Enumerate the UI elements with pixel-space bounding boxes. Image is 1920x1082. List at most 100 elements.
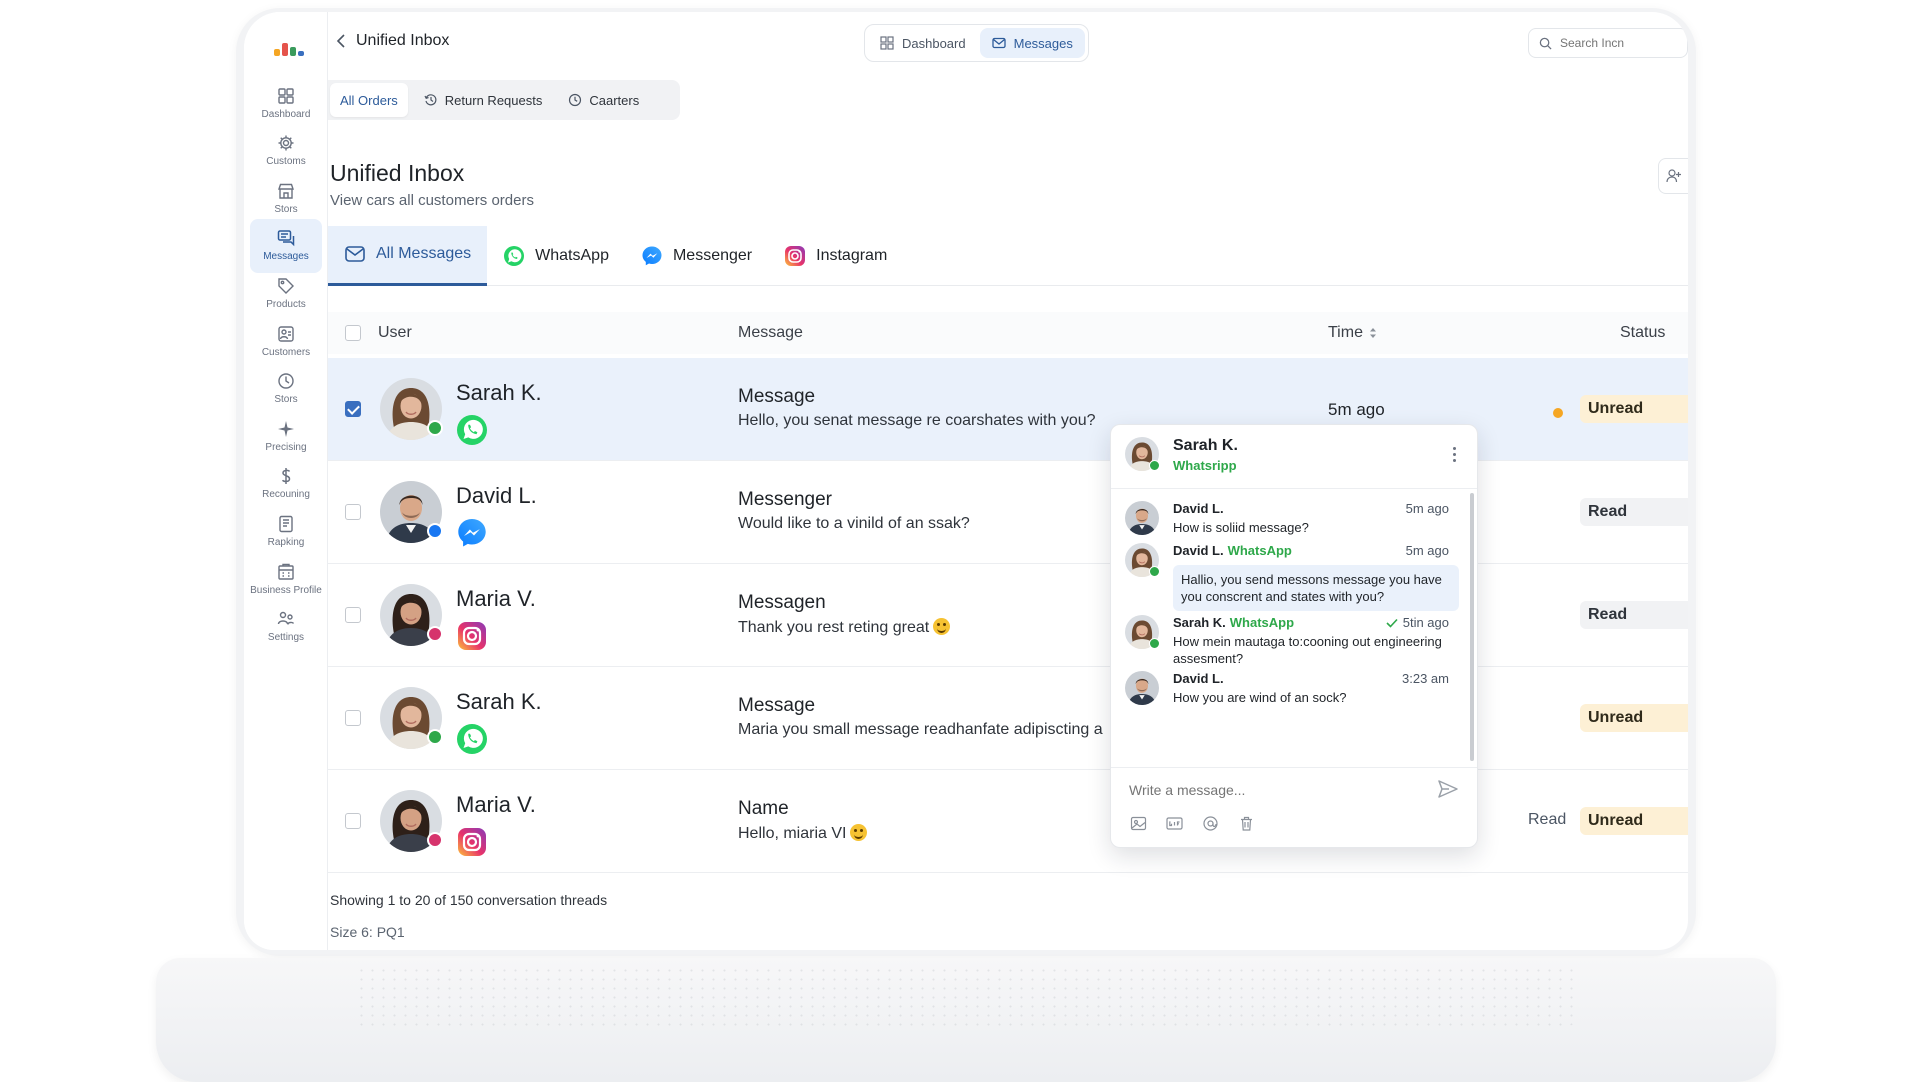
chat-message-time: 5m ago [1406,501,1449,516]
sidebar-item-customers[interactable]: Customers [250,314,322,368]
store-icon [278,183,294,199]
chat-thread[interactable]: David L. 5m ago How is soliid message? Davi… [1111,489,1471,767]
chat-message-text: How is soliid message? [1173,520,1309,535]
chat-message-avatar [1125,615,1160,649]
presence-indicator [1149,460,1160,471]
sidebar-item-business-profile[interactable]: Business Profile [250,552,322,606]
toggle-dashboard[interactable]: Dashboard [868,28,978,58]
tab-return-requests[interactable]: Return Requests [414,83,553,117]
tag-icon [278,278,294,294]
laptop-base [156,958,1776,1082]
more-options-icon[interactable] [1453,447,1457,465]
pagination-summary: Showing 1 to 20 of 150 conversation thre… [330,892,608,908]
grid-icon [880,36,894,50]
presence-indicator [427,729,443,745]
clock-icon [278,373,294,389]
user-name: Sarah K. [456,380,542,405]
chat-message-avatar [1125,543,1160,577]
toggle-messages-label: Messages [1013,35,1073,51]
table-row[interactable]: Maria V. Messagen Thank you rest reting gr… [328,564,1688,667]
presence-indicator [427,523,443,539]
check-icon [1386,618,1398,628]
sidebar-item-products[interactable]: Products [250,266,322,320]
tab-instagram[interactable]: Instagram [768,227,903,285]
page-title: Unified Inbox [330,160,465,186]
tab-messenger[interactable]: Messenger [625,227,768,285]
row-checkbox[interactable] [345,401,361,417]
status-badge: Read [1580,498,1688,526]
search-input[interactable] [1560,36,1670,50]
sidebar-item-rapking[interactable]: Rapking [250,504,322,558]
sidebar-item-stors[interactable]: Stors [250,171,322,225]
tab-caarters[interactable]: Caarters [558,83,649,117]
smile-emoji-icon [850,824,868,841]
page-subtitle: View cars all customers orders [330,192,534,209]
sidebar-item-messages[interactable]: Messages [250,218,322,273]
sidebar-item-label: Rapking [267,536,305,548]
sidebar-item-label: Messages [263,251,309,263]
sidebar-item-stors[interactable]: Stors [250,362,322,416]
chat-author-channel: WhatsApp [1229,615,1295,630]
column-time[interactable]: Time [1328,324,1377,342]
people-icon [278,325,294,342]
chat-scrollbar[interactable] [1470,493,1474,761]
chat-message-author: David L. WhatsApp [1173,543,1292,558]
search-icon [1539,37,1552,50]
message-input[interactable] [1129,782,1409,798]
tab-all-orders[interactable]: All Orders [330,83,408,117]
chat-author-name: David L. [1173,501,1224,516]
chat-message-avatar [1125,671,1159,705]
tab-whatsapp-label: WhatsApp [535,246,609,264]
sidebar-item-settings[interactable]: Settings [250,600,322,654]
sort-icon [1369,328,1376,338]
toggle-messages[interactable]: Messages [979,28,1085,58]
row-checkbox[interactable] [345,813,361,829]
table-header: User Message Time Status [328,312,1688,354]
row-checkbox[interactable] [345,607,361,623]
sidebar-item-customs[interactable]: Customs [250,124,322,178]
message-preview: Thank you rest reting great [738,618,951,637]
table-row[interactable]: Sarah K. Message Maria you small message r… [328,667,1688,770]
select-all-checkbox[interactable] [345,325,361,341]
table-row[interactable]: David L. Messenger Would like to a vinild … [328,461,1688,564]
message-preview: Would like to a vinild of an ssak? [738,515,970,533]
message-preview-text: Thank you rest reting great [738,619,930,636]
team-settings-icon [277,611,295,625]
row-checkbox[interactable] [345,710,361,726]
sidebar-item-label: Stors [274,394,298,406]
smile-emoji-icon [933,618,951,635]
tab-whatsapp[interactable]: WhatsApp [487,227,625,285]
emoji-button[interactable] [1199,812,1221,834]
instagram-icon [458,828,486,856]
whatsapp-icon [457,724,487,754]
send-icon[interactable] [1437,778,1459,800]
messages-icon [277,230,295,247]
app-logo[interactable] [272,36,304,56]
building-icon [278,563,294,580]
avatar-photo [1125,671,1159,705]
chat-message-time: 5m ago [1406,543,1449,558]
sidebar-item-precising[interactable]: Precising [250,409,322,463]
chat-message-author: David L. [1173,671,1224,686]
add-user-button[interactable] [1658,158,1688,194]
message-title: Message [738,695,816,716]
back-link[interactable]: Unified Inbox [336,32,449,50]
tab-all-messages[interactable]: All Messages [328,225,488,286]
chat-message-time: 5tin ago [1386,615,1449,630]
channel-tabs: All Messages WhatsApp Messenger Instagra… [328,225,1688,286]
gif-button[interactable] [1163,812,1185,834]
image-button[interactable] [1127,812,1149,834]
search-box[interactable] [1528,28,1688,58]
sidebar-item-recouning[interactable]: Recouning [250,457,322,511]
delete-button[interactable] [1235,812,1257,834]
table-row[interactable]: Maria V. Name Hello, miaria VI Read Unread [328,770,1688,873]
sidebar-item-dashboard[interactable]: Dashboard [250,76,322,130]
avatar [380,584,443,646]
chat-preview-popup: Sarah K. Whatsripp David L. 5m ago How is … [1110,424,1478,848]
chat-author-name: David L. [1173,543,1224,558]
sparkle-icon [278,420,294,437]
row-checkbox[interactable] [345,504,361,520]
sidebar-item-label: Stors [274,203,298,215]
table-row[interactable]: Sarah K. Message Hello, you senat message … [328,358,1688,461]
add-user-icon [1665,169,1681,183]
